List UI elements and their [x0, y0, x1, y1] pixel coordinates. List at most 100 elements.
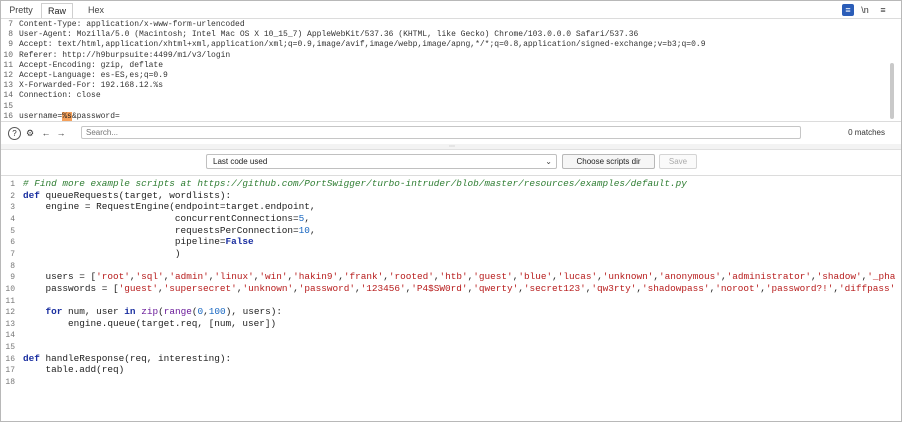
code-token: 'blue'	[518, 271, 553, 283]
line-number: 13	[3, 81, 13, 91]
code-line: 11	[1, 295, 23, 307]
code-line: 18	[1, 376, 23, 388]
next-match-icon[interactable]: →	[55, 127, 67, 139]
code-token: 100	[208, 306, 226, 318]
script-code-editor[interactable]: 1 # Find more example scripts at https://…	[1, 176, 901, 421]
code-token: pipeline=	[23, 236, 226, 248]
code-line: 2 def queueRequests(target, wordlists):	[1, 190, 231, 202]
chevron-down-icon: ⌄	[545, 157, 552, 166]
code-token: 10	[298, 224, 310, 236]
code-token: 'lucas'	[557, 271, 598, 283]
turbo-intruder-toolbar: Last code used ⌄ Choose scripts dir Save	[1, 150, 901, 176]
tab-pretty[interactable]: Pretty	[7, 3, 35, 17]
code-token: 'shadow'	[816, 271, 862, 283]
code-token: range	[163, 306, 192, 318]
code-token: passwords = [	[23, 282, 119, 294]
script-select[interactable]: Last code used ⌄	[206, 154, 557, 169]
code-token: num, user	[62, 306, 125, 318]
tab-raw[interactable]: Raw	[41, 3, 73, 18]
settings-gear-icon[interactable]: ⚙	[24, 127, 36, 139]
code-token: '_pha	[867, 271, 896, 283]
request-line-text: User-Agent: Mozilla/5.0 (Macintosh; Inte…	[19, 30, 639, 40]
app-window: Pretty Raw Hex ≡ \n ≡ 7 Content-Type: app…	[0, 0, 902, 422]
request-line-text: Accept: text/html,application/xhtml+xml,…	[19, 40, 706, 50]
request-line-text: Accept-Language: es-ES,es;q=0.9	[19, 71, 168, 80]
code-token: 'linux'	[214, 271, 254, 283]
line-number: 14	[3, 91, 13, 101]
request-line: 9 Accept: text/html,application/xhtml+xml…	[1, 40, 706, 50]
request-line-text: Accept-Encoding: gzip, deflate	[19, 60, 164, 70]
request-scrollbar[interactable]	[889, 19, 895, 121]
request-line-text: X-Forwarded-For: 192.168.12.%s	[19, 81, 164, 91]
newline-icon[interactable]: \n	[859, 4, 871, 16]
code-token: 'guest'	[473, 271, 513, 283]
request-line: 15	[1, 102, 19, 112]
code-line: 14	[1, 329, 23, 341]
help-icon[interactable]: ?	[8, 127, 21, 140]
code-line: 10 passwords = ['guest','supersecret','u…	[1, 283, 895, 295]
code-token: 'P4$SW0rd'	[411, 282, 468, 294]
view-tab-bar: Pretty Raw Hex ≡ \n ≡	[1, 1, 901, 19]
code-line: 6 pipeline=False	[1, 236, 254, 248]
code-token: requestsPerConnection=	[23, 224, 299, 236]
line-number: 12	[3, 71, 13, 80]
code-token: 'noroot'	[715, 282, 761, 294]
line-number: 15	[3, 101, 13, 111]
previous-match-icon[interactable]: ←	[40, 127, 52, 139]
code-token: 'htb'	[439, 271, 468, 283]
code-token: 'unknown'	[242, 282, 294, 294]
tab-hex[interactable]: Hex	[85, 3, 107, 17]
script-select-value: Last code used	[213, 157, 268, 166]
request-line: 11 Accept-Encoding: gzip, deflate	[1, 61, 163, 71]
code-token: 'qw3rty'	[591, 282, 637, 294]
code-line: 3 engine = RequestEngine(endpoint=target…	[1, 201, 316, 213]
code-token: 'unknown'	[602, 271, 654, 283]
request-line: 7 Content-Type: application/x-www-form-ur…	[1, 20, 244, 30]
list-view-icon[interactable]: ≡	[842, 4, 854, 16]
splitter-grip-icon[interactable]: ⋯	[449, 144, 455, 150]
code-line: 17 table.add(req)	[1, 364, 124, 376]
code-token: 'root'	[96, 271, 130, 283]
code-token: # Find more example scripts at https://g…	[23, 178, 687, 189]
code-token: in	[124, 306, 136, 318]
match-count: 0 matches	[848, 128, 885, 137]
line-number: 11	[3, 60, 13, 70]
code-line: 1 # Find more example scripts at https://…	[1, 178, 687, 190]
code-token: zip	[141, 306, 159, 318]
save-button[interactable]: Save	[659, 154, 697, 169]
code-token: ), users):	[225, 306, 282, 318]
code-token: engine.queue(target.req, [num, user])	[23, 317, 277, 329]
menu-icon[interactable]: ≡	[877, 4, 889, 16]
choose-scripts-dir-button[interactable]: Choose scripts dir	[562, 154, 655, 169]
code-token: 'rooted'	[388, 271, 434, 283]
request-line-text: Connection: close	[19, 91, 101, 101]
code-token: 'password'	[298, 282, 355, 294]
scrollbar-thumb[interactable]	[890, 63, 894, 119]
code-line: 12 for num, user in zip(range(0,100), us…	[1, 306, 282, 318]
request-line: 12 Accept-Language: es-ES,es;q=0.9	[1, 71, 168, 81]
code-token: 'win'	[259, 271, 288, 283]
code-token: engine = RequestEngine(endpoint=target.e…	[23, 201, 316, 213]
code-token: )	[23, 247, 181, 259]
code-line: 15	[1, 341, 23, 353]
code-token: queueRequests(target, wordlists):	[39, 189, 232, 201]
code-token: 'supersecret'	[163, 282, 237, 294]
code-token: 'diffpass'	[839, 282, 896, 294]
code-token: users = [	[23, 271, 97, 283]
code-token: ,	[309, 224, 316, 236]
code-token: 'frank'	[343, 271, 384, 283]
code-line: 9 users = ['root','sql','admin','linux',…	[1, 271, 895, 283]
code-line: 16 def handleResponse(req, interesting):	[1, 353, 231, 365]
code-token: for	[45, 306, 63, 318]
code-token: handleResponse(req, interesting):	[39, 352, 232, 364]
line-number: 9	[8, 40, 13, 50]
request-line: 8 User-Agent: Mozilla/5.0 (Macintosh; Int…	[1, 30, 638, 40]
code-token: def	[23, 189, 40, 201]
search-input[interactable]	[81, 126, 801, 139]
code-token: '123456'	[360, 282, 406, 294]
body-text: username=	[19, 111, 63, 121]
code-line: 4 concurrentConnections=5,	[1, 213, 310, 225]
code-token: 'guest'	[118, 282, 159, 294]
request-editor[interactable]: 7 Content-Type: application/x-www-form-ur…	[1, 19, 889, 121]
